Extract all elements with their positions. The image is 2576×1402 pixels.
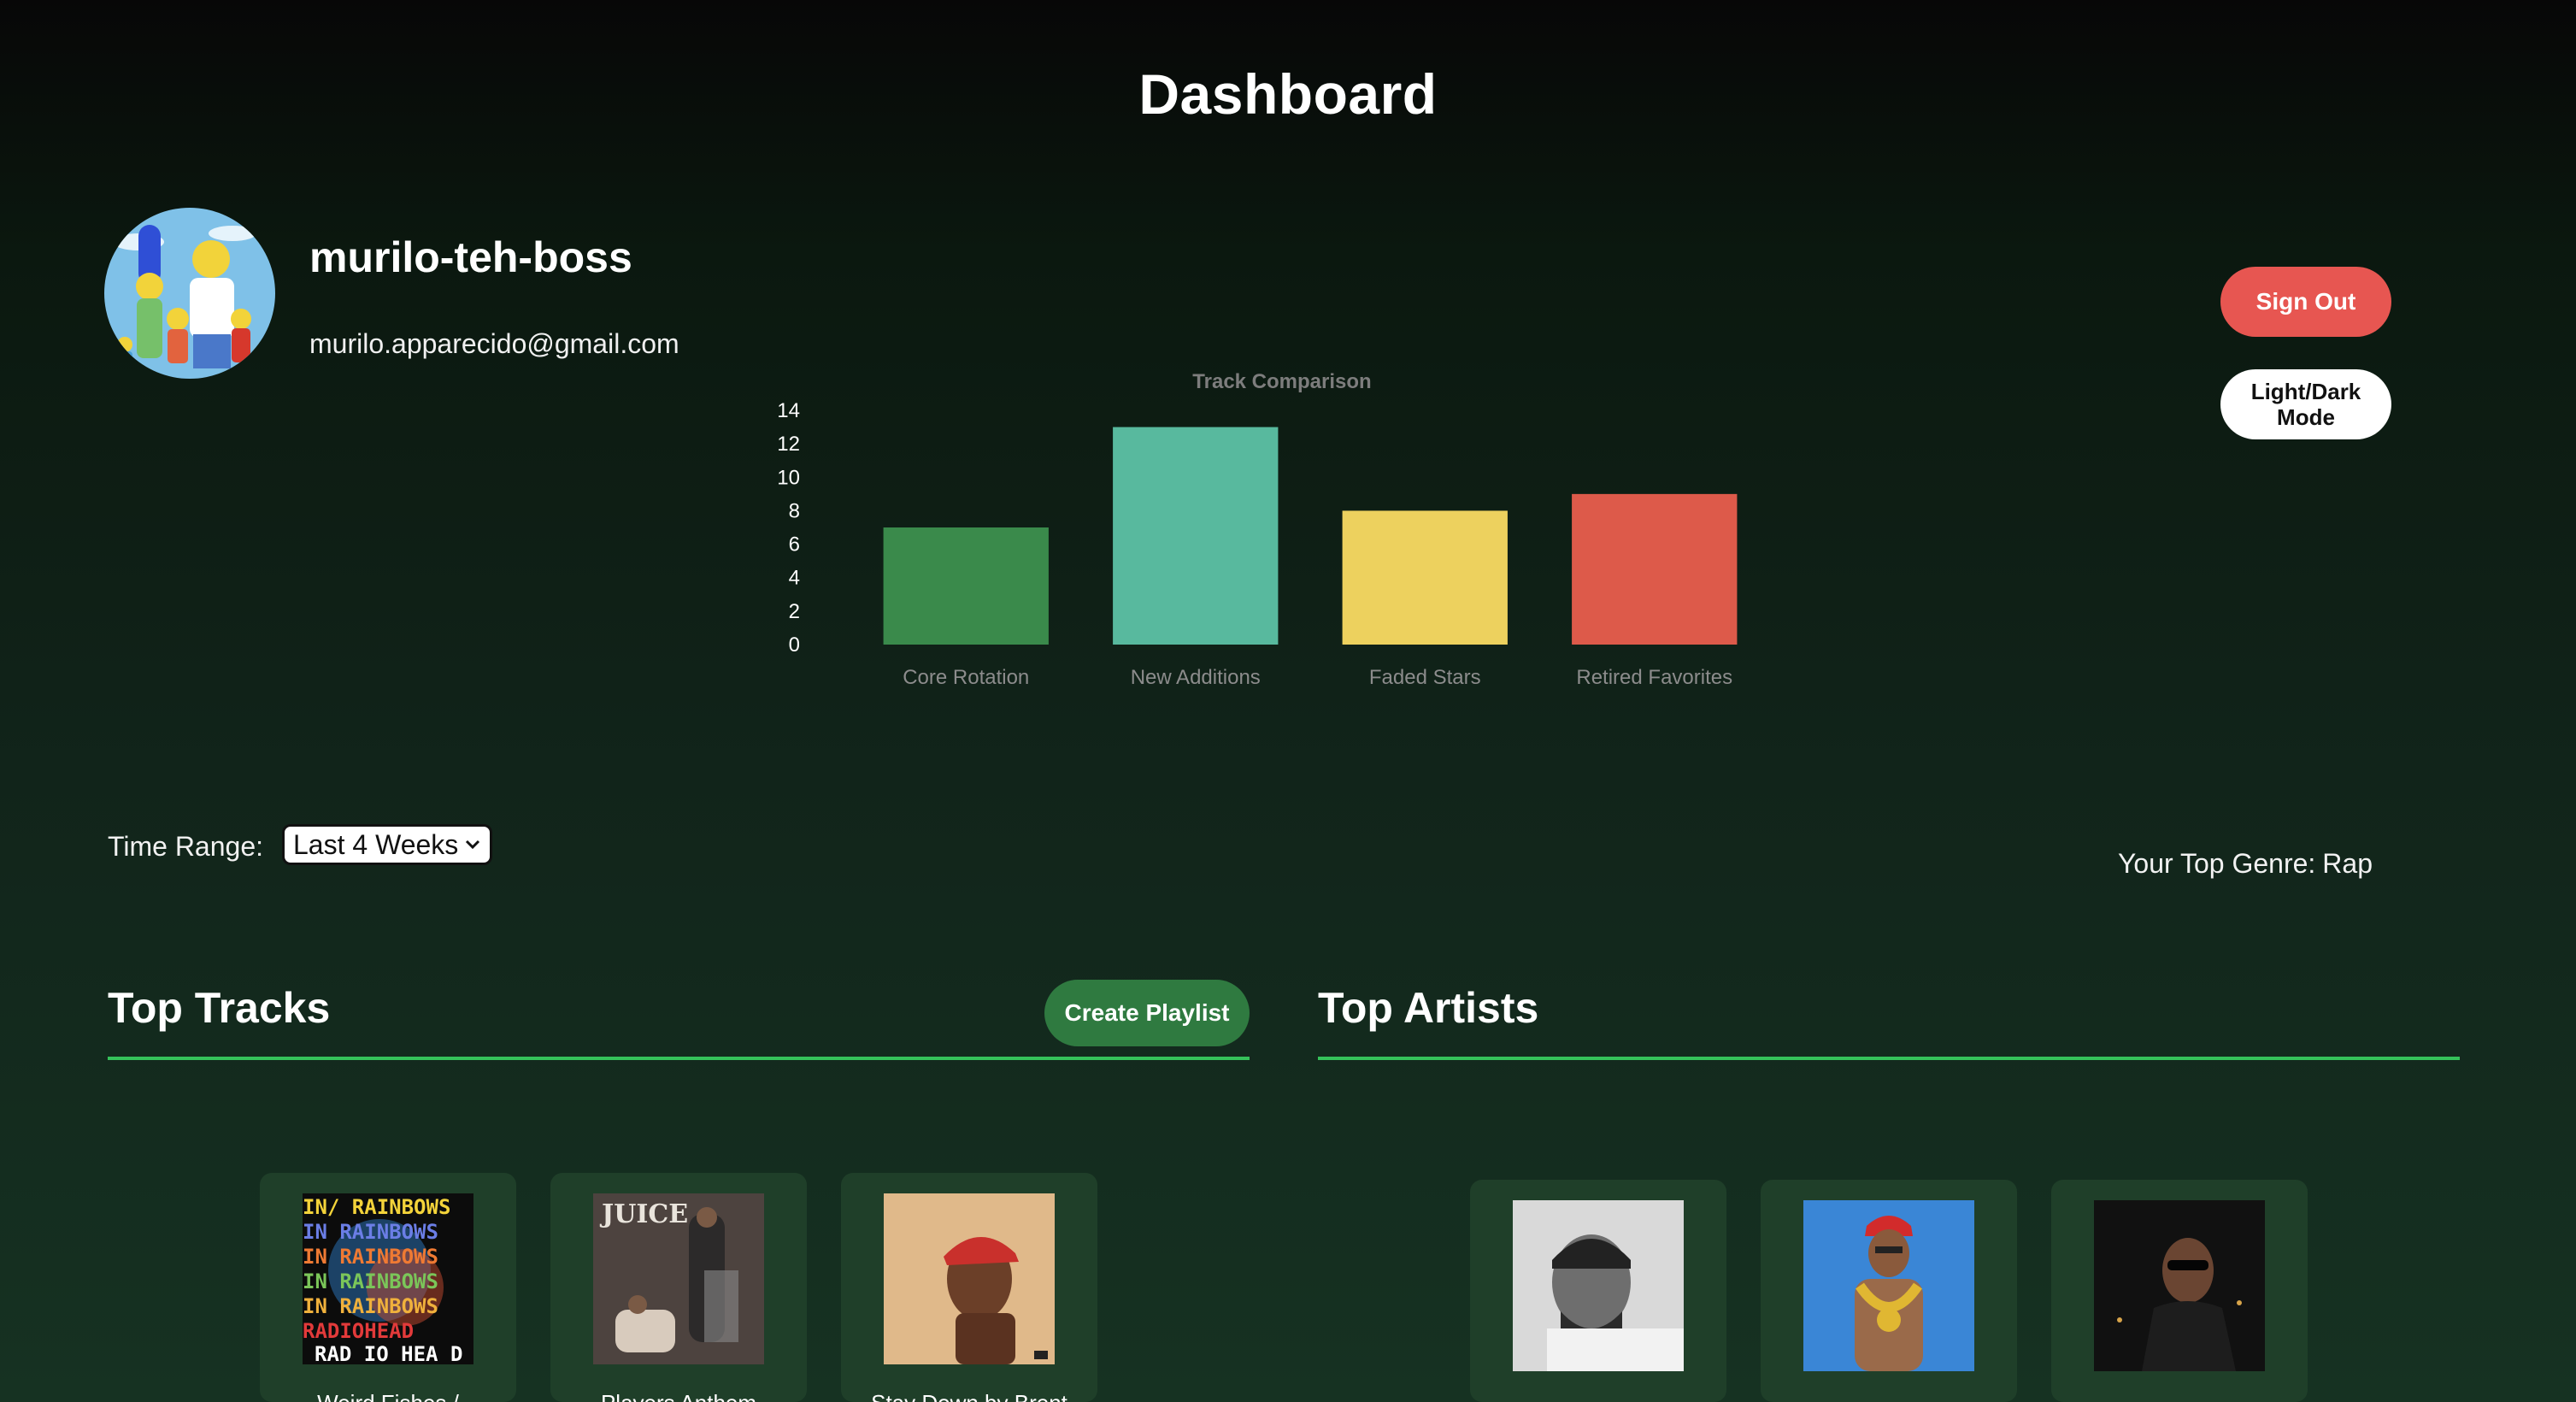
artist-card[interactable] <box>2051 1180 2308 1402</box>
y-tick-label: 6 <box>789 533 800 557</box>
x-tick-label: New Additions <box>1131 666 1261 689</box>
x-tick-label: Faded Stars <box>1369 666 1481 689</box>
top-artists-divider <box>1318 1057 2460 1060</box>
artist-portrait-bw-icon <box>1513 1200 1684 1371</box>
in-rainbows-cover-icon: IN/ RAINBOWS IN RAINBOWS IN RAINBOWS IN … <box>303 1193 473 1364</box>
y-tick-label: 2 <box>789 600 800 623</box>
artist-card[interactable] <box>1470 1180 1726 1402</box>
top-genre: Your Top Genre: Rap <box>2118 848 2373 880</box>
y-tick-label: 0 <box>789 633 800 657</box>
top-tracks-divider <box>108 1057 1250 1060</box>
track-title: Stay Down by Brent <box>841 1390 1097 1402</box>
family-cartoon-avatar-icon <box>104 208 275 379</box>
user-email: murilo.apparecido@gmail.com <box>309 328 679 359</box>
svg-text:RAD IO HEA D: RAD IO HEA D <box>315 1342 462 1364</box>
chart-bar <box>1572 493 1738 645</box>
track-card[interactable]: IN/ RAINBOWS IN RAINBOWS IN RAINBOWS IN … <box>260 1173 516 1402</box>
track-title: Players Anthem <box>550 1390 807 1402</box>
time-range-label: Time Range: <box>108 831 263 862</box>
page-title: Dashboard <box>1138 62 1438 126</box>
create-playlist-button[interactable]: Create Playlist <box>1044 980 1250 1046</box>
time-range-value: Last 4 Weeks <box>293 828 459 860</box>
top-genre-value: Rap <box>2322 848 2373 879</box>
x-tick-label: Retired Favorites <box>1576 666 1732 689</box>
sign-out-button[interactable]: Sign Out <box>2220 267 2391 337</box>
svg-text:IN RAINBOWS: IN RAINBOWS <box>303 1220 438 1244</box>
svg-text:IN RAINBOWS: IN RAINBOWS <box>303 1294 438 1318</box>
top-tracks-title: Top Tracks <box>108 984 331 1032</box>
chevron-down-icon <box>465 839 480 850</box>
chart-bar <box>883 527 1049 645</box>
chart-bar <box>1342 510 1508 645</box>
svg-text:RADIOHEAD: RADIOHEAD <box>303 1319 414 1343</box>
svg-text:JUICE: JUICE <box>599 1199 688 1229</box>
top-genre-label: Your Top Genre: <box>2118 848 2316 879</box>
track-comparison-chart: Track Comparison 0 2 4 6 8 10 12 14 Core Rotation… <box>777 370 1738 689</box>
artist-portrait-night-icon <box>2094 1200 2265 1371</box>
light-dark-mode-button[interactable]: Light/Dark Mode <box>2220 369 2391 439</box>
svg-text:IN RAINBOWS: IN RAINBOWS <box>303 1245 438 1269</box>
y-tick-label: 14 <box>777 399 800 422</box>
y-tick-label: 4 <box>789 567 800 590</box>
artist-card[interactable] <box>1761 1180 2017 1402</box>
username: murilo-teh-boss <box>309 233 632 281</box>
y-tick-label: 10 <box>777 466 800 489</box>
juice-cover-icon: JUICE <box>593 1193 764 1364</box>
y-tick-label: 8 <box>789 499 800 522</box>
x-tick-label: Core Rotation <box>903 666 1029 689</box>
track-card[interactable]: Stay Down by Brent <box>841 1173 1097 1402</box>
chart-bar <box>1113 427 1279 645</box>
time-range-select[interactable]: Last 4 Weeks <box>282 824 492 865</box>
red-cap-portrait-cover-icon <box>884 1193 1055 1364</box>
top-artists-title: Top Artists <box>1318 984 1539 1032</box>
chart-title: Track Comparison <box>1192 370 1371 393</box>
svg-text:IN/ RAINBOWS: IN/ RAINBOWS <box>303 1195 450 1219</box>
user-avatar <box>104 208 275 379</box>
artist-portrait-blue-icon <box>1803 1200 1974 1371</box>
track-title: Weird Fishes / <box>260 1390 516 1402</box>
svg-text:IN RAINBOWS: IN RAINBOWS <box>303 1269 438 1293</box>
y-tick-label: 12 <box>777 433 800 456</box>
track-card[interactable]: JUICE Players Anthem <box>550 1173 807 1402</box>
